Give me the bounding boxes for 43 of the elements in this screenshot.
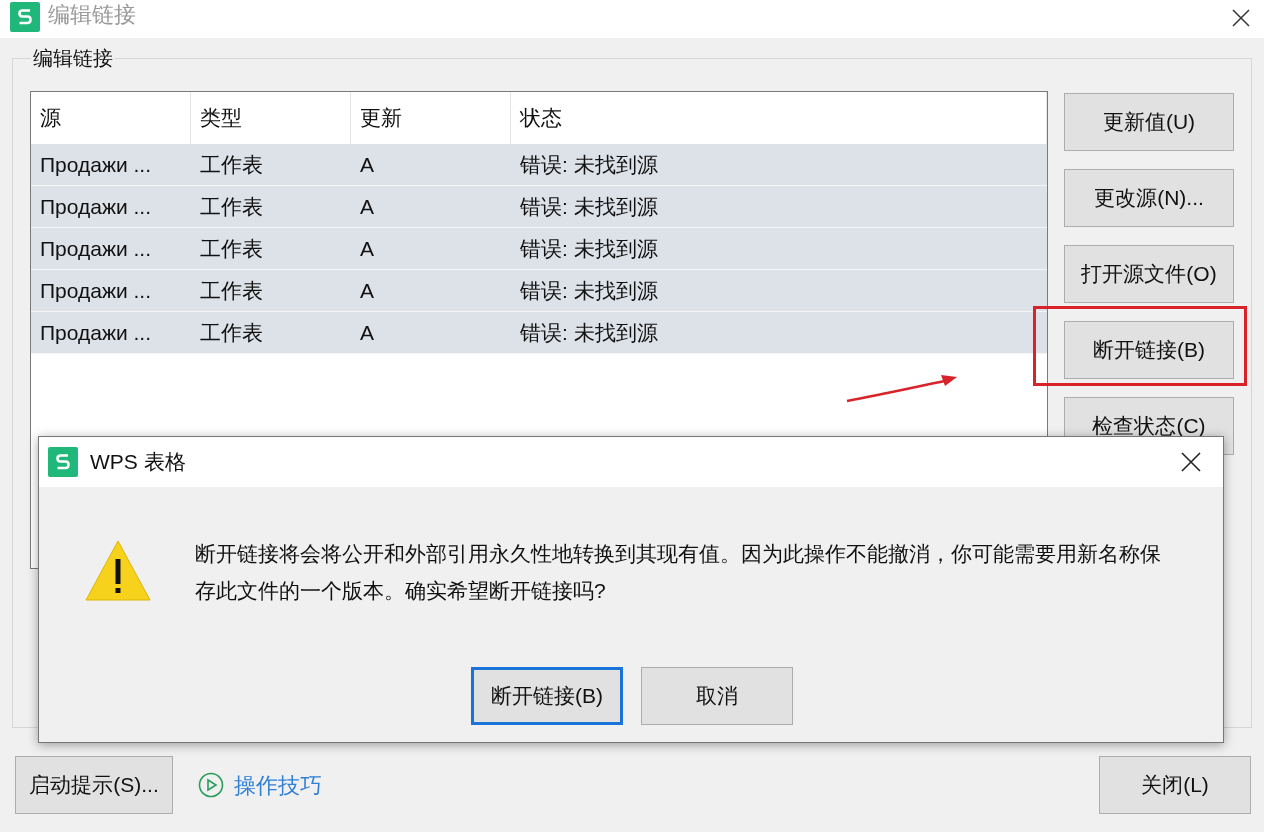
table-cell-text: 工作表 [199, 151, 264, 178]
dialog-button[interactable]: 断开链接(B) [471, 667, 623, 725]
table-cell-text: Продажи ... [39, 235, 153, 262]
table-cell-text: Продажи ... [39, 151, 153, 178]
window-title: 编辑链接 [48, 2, 136, 28]
close-button[interactable]: 关闭(L) [1099, 756, 1251, 814]
close-icon[interactable] [1232, 9, 1250, 27]
startup-tips-button[interactable]: 启动提示(S)... [15, 756, 173, 814]
group-legend: 编辑链接 [31, 45, 115, 71]
table-cell-text: A [359, 277, 375, 304]
table-cell-text: 工作表 [199, 277, 264, 304]
warning-icon [85, 539, 151, 601]
table-row[interactable]: Продажи ... 工作表 A 错误: 未找到源 [31, 144, 1047, 186]
table-cell-text: 错误: 未找到源 [519, 277, 659, 304]
app-logo-icon [48, 447, 78, 477]
table-cell-text: A [359, 193, 375, 220]
side-button[interactable]: 断开链接(B) [1064, 321, 1234, 379]
table-row[interactable]: Продажи ... 工作表 A 错误: 未找到源 [31, 228, 1047, 270]
table-cell-text: Продажи ... [39, 193, 153, 220]
side-button[interactable]: 更改源(N)... [1064, 169, 1234, 227]
play-icon [198, 772, 224, 798]
table-cell-text: Продажи ... [39, 319, 153, 346]
table-cell-text: A [359, 319, 375, 346]
table-cell-text: Продажи ... [39, 277, 153, 304]
alert-title: WPS 表格 [90, 449, 186, 476]
table-cell-text: A [359, 151, 375, 178]
table-row[interactable]: Продажи ... 工作表 A 错误: 未找到源 [31, 270, 1047, 312]
table-cell-text: 错误: 未找到源 [519, 151, 659, 178]
tips-link[interactable]: 操作技巧 [234, 768, 322, 802]
side-button[interactable]: 打开源文件(O) [1064, 245, 1234, 303]
table-cell-text: 错误: 未找到源 [519, 193, 659, 220]
close-icon[interactable] [1181, 452, 1201, 472]
table-cell-text: 工作表 [199, 235, 264, 262]
table-cell-text: A [359, 235, 375, 262]
alert-message: 断开链接将会将公开和外部引用永久性地转换到其现有值。因为此操作不能撤消，你可能需要用新名称保存此文件的一个版本。确实希望断开链接吗? [195, 541, 1162, 604]
table-row[interactable]: Продажи ... 工作表 A 错误: 未找到源 [31, 312, 1047, 354]
table-cell-text: 错误: 未找到源 [519, 235, 659, 262]
table-row[interactable]: Продажи ... 工作表 A 错误: 未找到源 [31, 186, 1047, 228]
dialog-button[interactable]: 取消 [641, 667, 793, 725]
table-cell-text: 工作表 [199, 319, 264, 346]
side-button[interactable]: 更新值(U) [1064, 93, 1234, 151]
table-cell-text: 错误: 未找到源 [519, 319, 659, 346]
table-cell-text: 工作表 [199, 193, 264, 220]
